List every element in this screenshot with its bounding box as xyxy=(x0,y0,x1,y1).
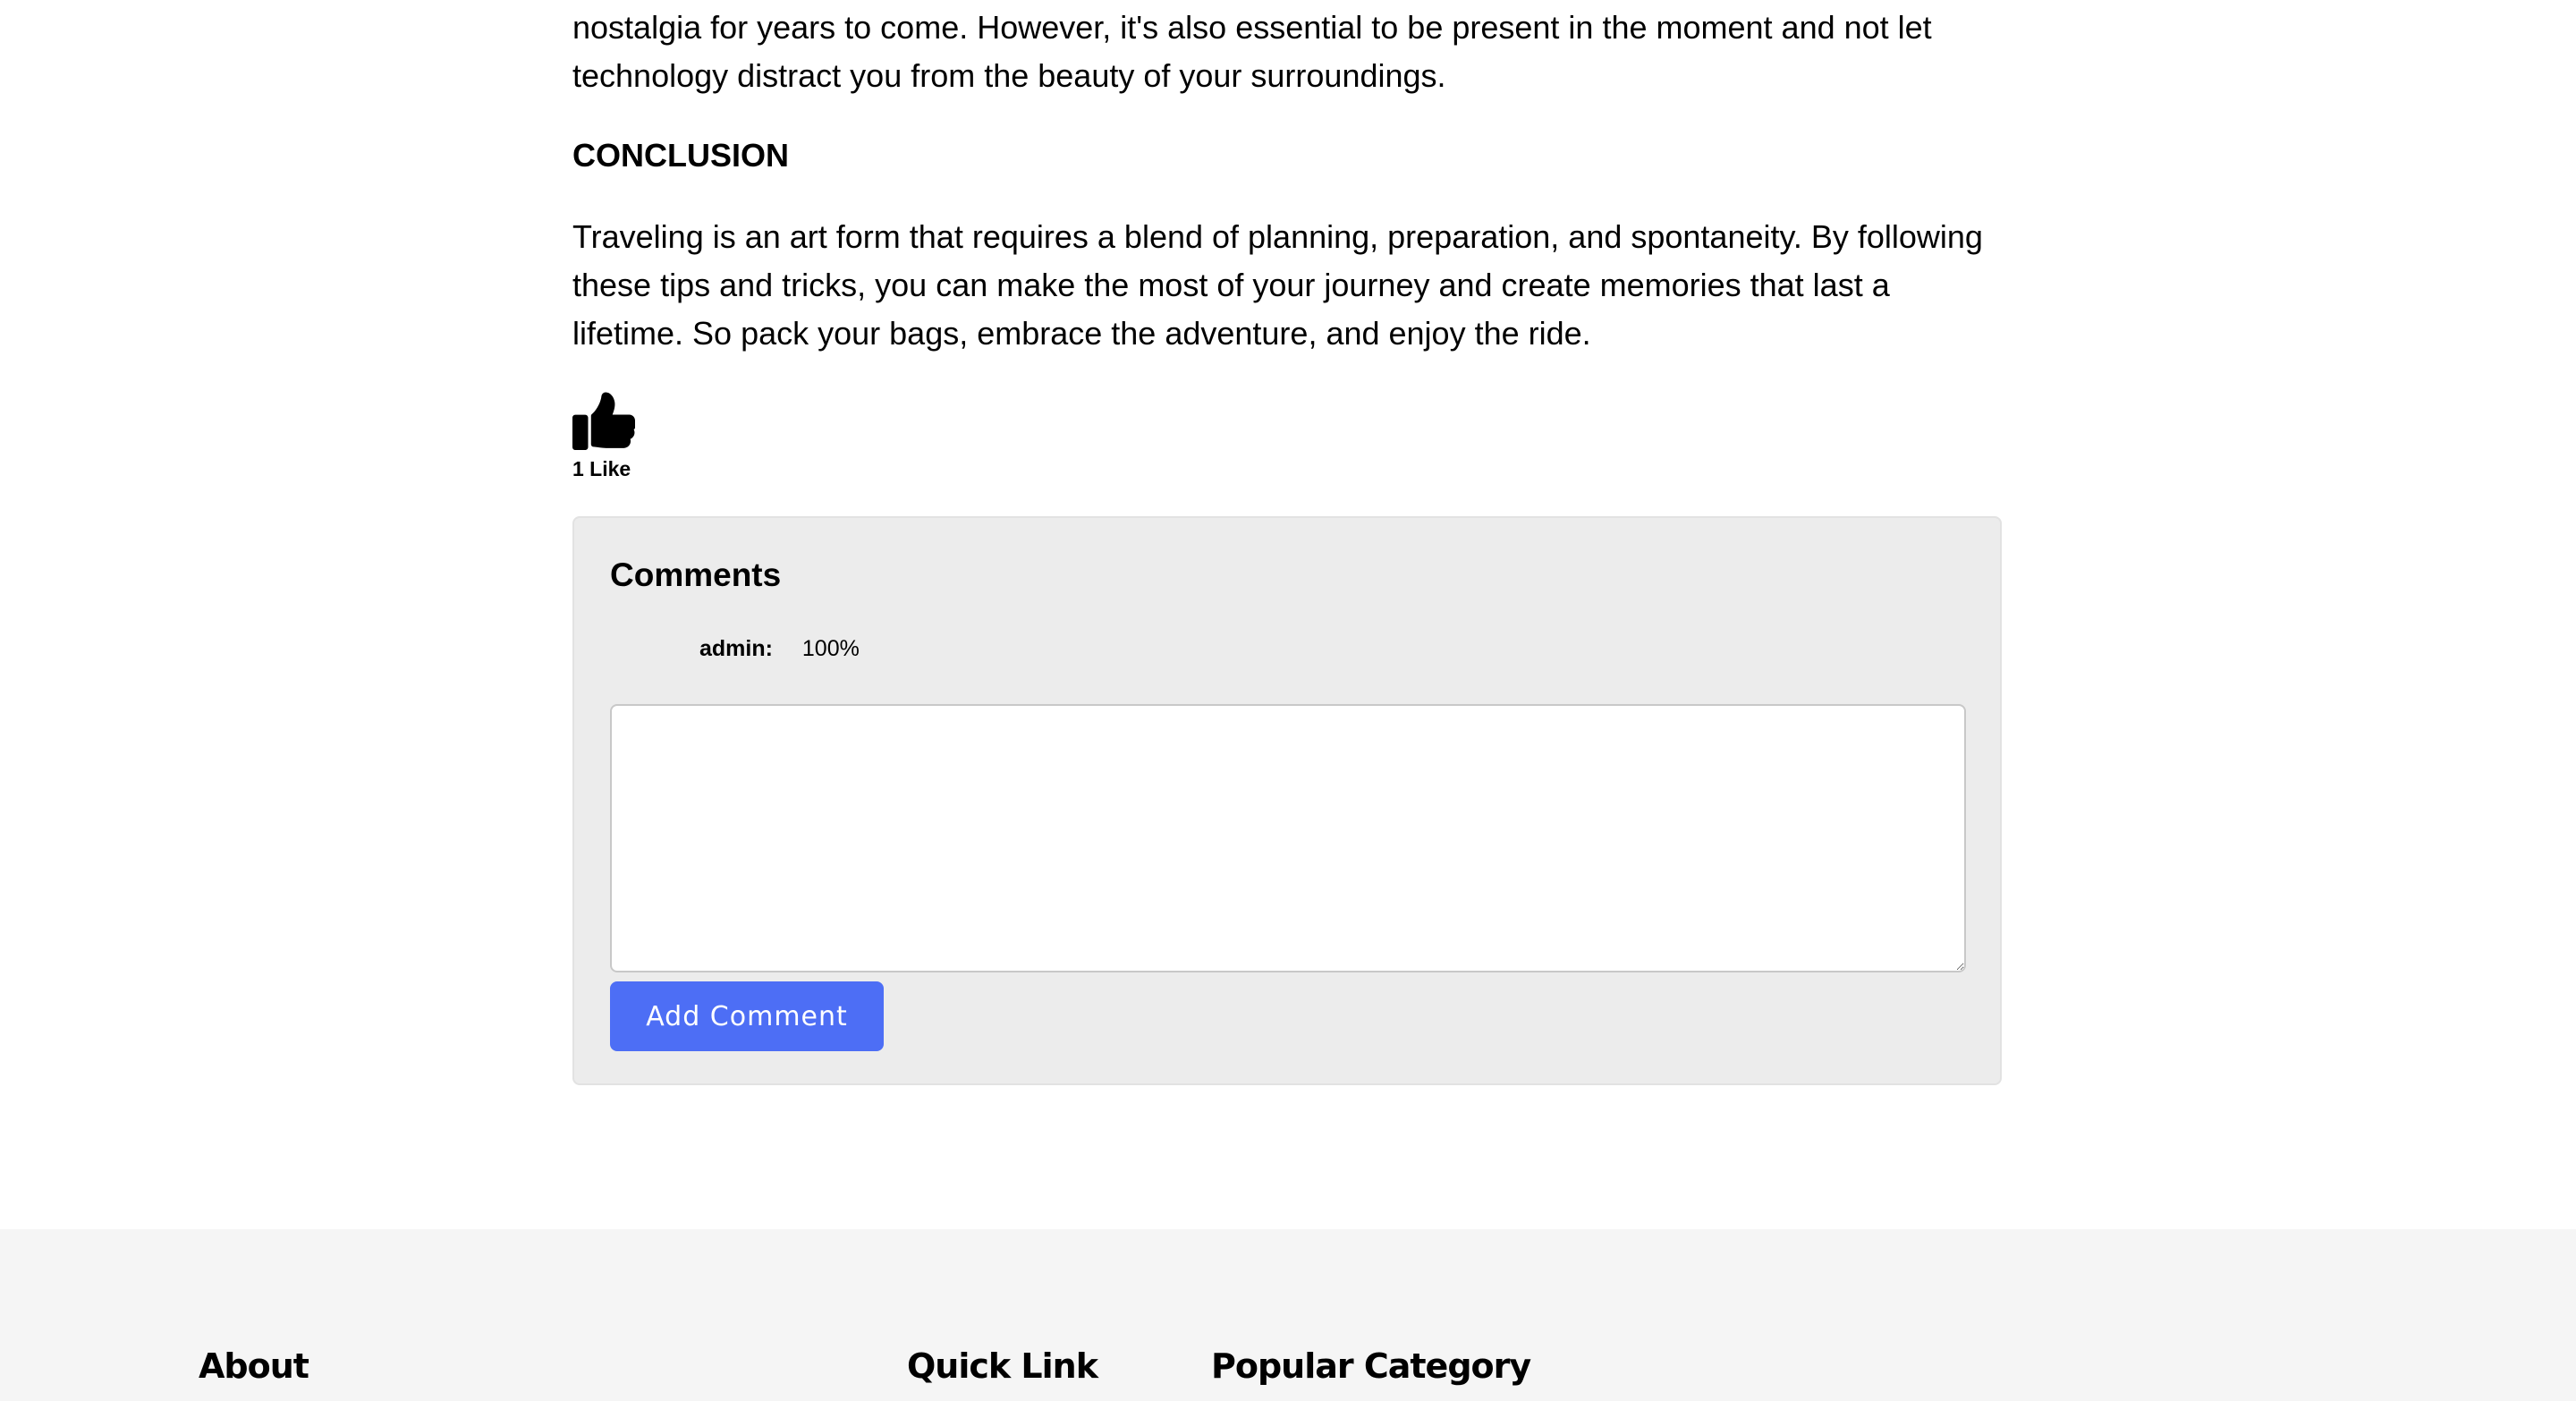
comment-textarea[interactable] xyxy=(610,704,1966,972)
footer-popular-category-heading: Popular Category xyxy=(1211,1346,1531,1386)
like-button[interactable] xyxy=(572,386,635,451)
comments-panel: Comments admin: 100% Add Comment xyxy=(572,516,2002,1085)
footer-quick-link-heading: Quick Link xyxy=(907,1346,1098,1386)
conclusion-heading: CONCLUSION xyxy=(572,137,789,174)
add-comment-button[interactable]: Add Comment xyxy=(610,981,884,1051)
like-count: 1 Like xyxy=(572,457,631,480)
comment-item: admin: 100% xyxy=(699,634,860,663)
conclusion-paragraph: Traveling is an art form that requires a… xyxy=(572,218,1983,352)
site-footer: About Quick Link Popular Category xyxy=(0,1229,2576,1401)
comment-text: 100% xyxy=(801,636,860,661)
article-paragraph: nostalgia for years to come. However, it… xyxy=(572,9,1932,94)
footer-about-heading: About xyxy=(199,1346,309,1386)
comments-title: Comments xyxy=(610,556,782,593)
thumbs-up-icon xyxy=(572,392,635,450)
comment-author: admin: xyxy=(699,636,773,661)
like-section: 1 Like xyxy=(572,386,635,481)
